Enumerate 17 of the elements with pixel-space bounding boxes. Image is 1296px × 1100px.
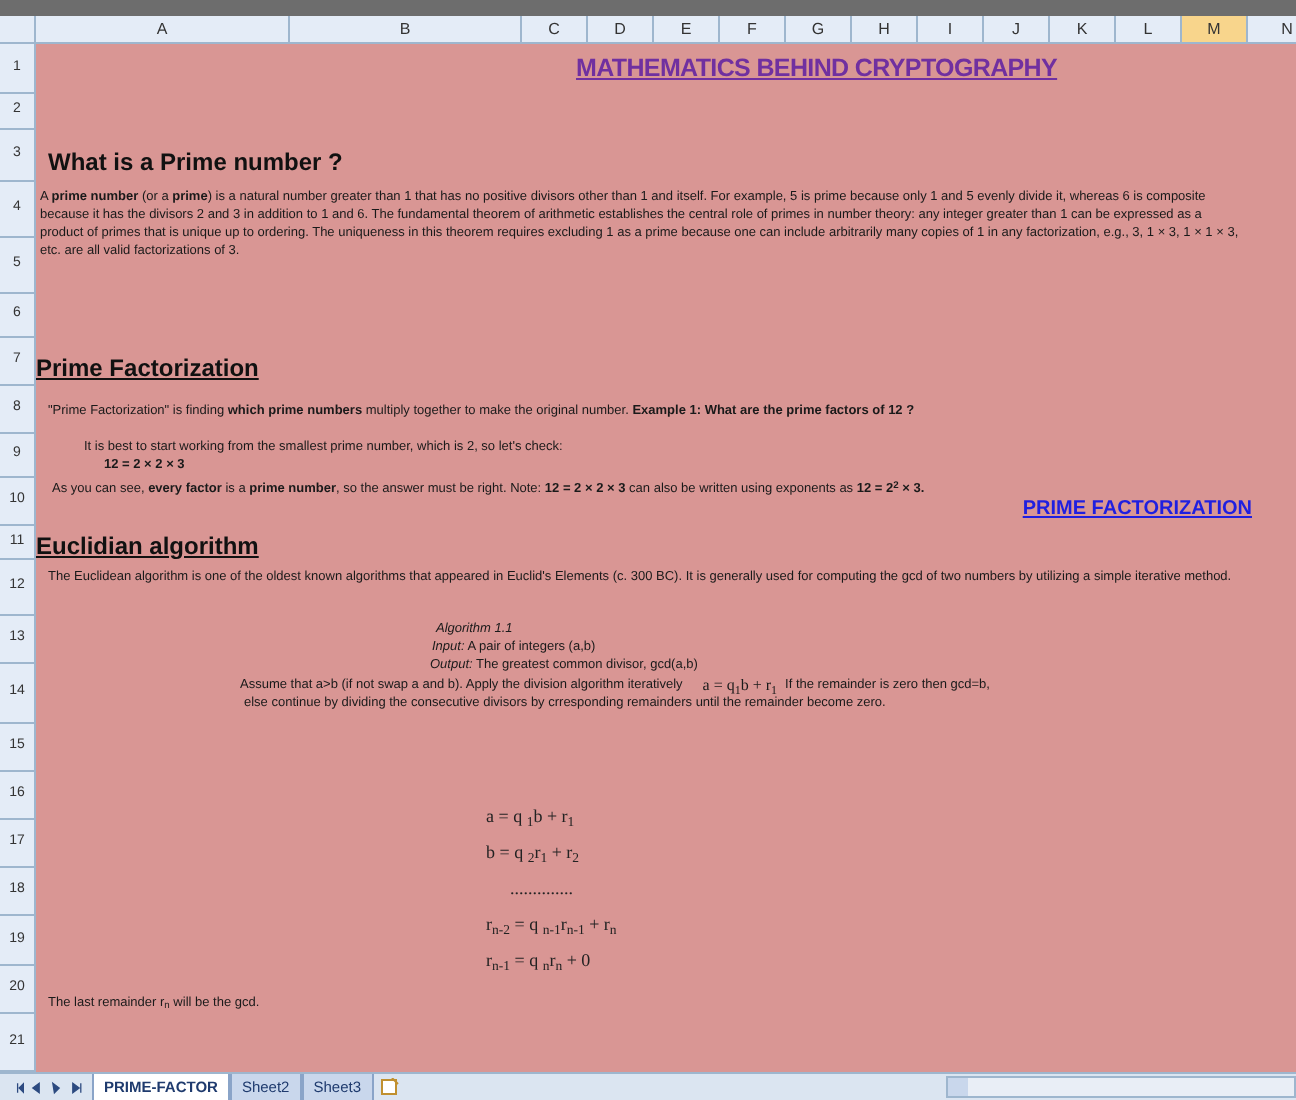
formula: a = q $_{1}$b + r$_{1}$ [486,806,575,828]
prime-factorization-link[interactable]: PRIME FACTORIZATION [1022,494,1252,524]
column-header[interactable]: M [1182,16,1248,42]
section-heading: Prime Factorization [36,352,259,386]
dotted-line: .............. [510,878,573,900]
new-sheet-icon[interactable] [379,1078,400,1096]
formula: r$_{n-2}$ = q $_{n-1}$r$_{n-1}$ + r$_{n}$ [486,914,617,936]
next-sheet-icon[interactable] [68,1079,84,1095]
next-sheet-icon[interactable] [48,1079,64,1095]
formula: r$_{n-1}$ = q $_{n}$r$_{n}$ + 0 [486,950,591,972]
section-heading: Euclidian algorithm [36,532,259,560]
previous-sheet-icon[interactable] [28,1079,44,1095]
formula: b = q $_{2}$r$_{1}$ + r$_{2}$ [486,842,580,864]
horizontal-scrollbar[interactable] [946,1076,1296,1098]
sheet-title: MATHEMATICS BEHIND CRYPTOGRAPHY [576,52,1058,87]
section-heading: What is a Prime number ? [48,146,343,180]
formula: a = q$_{1}$b + r$_{1}$ [702,676,778,694]
